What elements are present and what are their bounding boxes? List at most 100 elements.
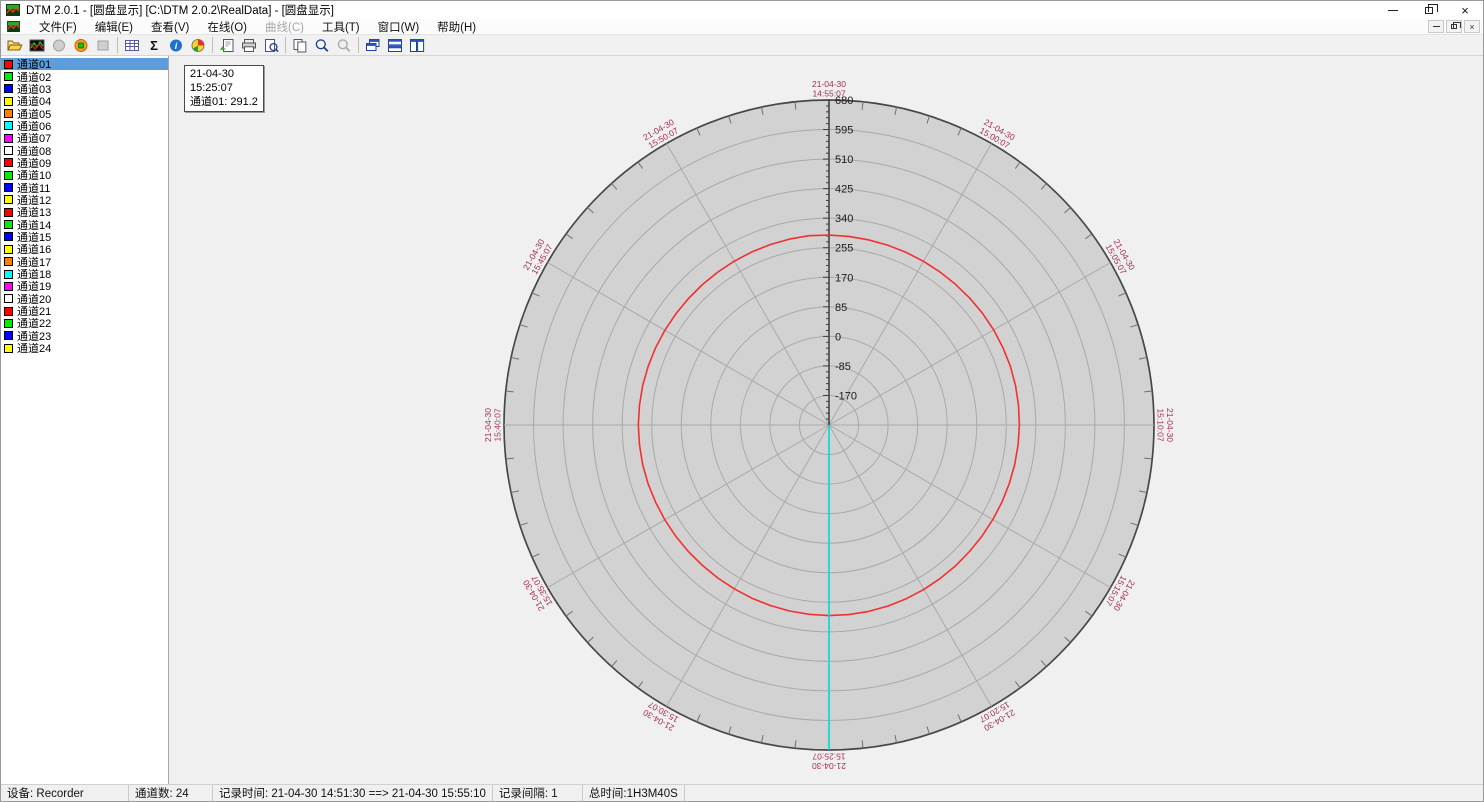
- status-record-interval: 记录间隔: 1: [493, 785, 583, 801]
- close-button[interactable]: ×: [1447, 1, 1483, 19]
- channel-color-swatch: [4, 171, 13, 180]
- channel-color-swatch: [4, 270, 13, 279]
- channel-list[interactable]: 通道01通道02通道03通道04通道05通道06通道07通道08通道09通道10…: [1, 56, 169, 784]
- menu-window[interactable]: 窗口(W): [369, 19, 429, 34]
- tile-vertical-button[interactable]: [406, 36, 428, 55]
- tooltip-channel-value: 通道01: 291.2: [190, 96, 258, 110]
- channel-color-swatch: [4, 195, 13, 204]
- channel-color-swatch: [4, 72, 13, 81]
- minimize-button[interactable]: [1375, 1, 1411, 19]
- time-label: 21-04-3015:40:07: [483, 408, 503, 442]
- chart-area[interactable]: 21-04-30 15:25:07 通道01: 291.2 -170-85085…: [176, 56, 1483, 784]
- tooltip-date: 21-04-30: [190, 68, 258, 82]
- toolbar-separator: [212, 37, 213, 53]
- channel-item[interactable]: 通道24: [1, 342, 168, 354]
- channel-color-swatch: [4, 121, 13, 130]
- restore-icon: [1425, 7, 1433, 14]
- zoom-out-icon: [336, 38, 352, 53]
- data-table-button[interactable]: [121, 36, 143, 55]
- menu-tools[interactable]: 工具(T): [313, 19, 369, 34]
- stop-button: [92, 36, 114, 55]
- mdi-minimize-icon: [1433, 26, 1440, 27]
- zoom-out-button: [333, 36, 355, 55]
- record-icon: [73, 38, 89, 53]
- menu-file[interactable]: 文件(F): [30, 19, 86, 34]
- pie-chart-icon: [190, 38, 206, 53]
- status-record-time: 记录时间: 21-04-30 14:51:30 ==> 21-04-30 15:…: [213, 785, 493, 801]
- radial-tick-label: 595: [835, 125, 853, 137]
- open-file-button[interactable]: [4, 36, 26, 55]
- toolbar-separator: [285, 37, 286, 53]
- channel-sidebar: 通道01通道02通道03通道04通道05通道06通道07通道08通道09通道10…: [1, 56, 176, 784]
- channel-color-swatch: [4, 146, 13, 155]
- menu-bar: 文件(F)编辑(E)查看(V)在线(O)曲线(C)工具(T)窗口(W)帮助(H)…: [1, 19, 1483, 35]
- record-button[interactable]: [70, 36, 92, 55]
- menu-edit[interactable]: 编辑(E): [86, 19, 142, 34]
- channel-color-swatch: [4, 257, 13, 266]
- pie-chart-button[interactable]: [187, 36, 209, 55]
- menu-items: 文件(F)编辑(E)查看(V)在线(O)曲线(C)工具(T)窗口(W)帮助(H): [30, 19, 485, 34]
- svg-text:Σ: Σ: [150, 38, 158, 53]
- polar-chart[interactable]: -170-8508517025534042551059568021-04-301…: [176, 56, 1484, 786]
- tooltip-time: 15:25:07: [190, 82, 258, 96]
- toolbar: Σi: [1, 35, 1483, 56]
- channel-color-swatch: [4, 183, 13, 192]
- channel-color-swatch: [4, 134, 13, 143]
- channel-color-swatch: [4, 294, 13, 303]
- copy-icon: [292, 38, 308, 53]
- open-file-icon: [7, 38, 23, 53]
- channel-color-swatch: [4, 319, 13, 328]
- tile-horizontal-button[interactable]: [384, 36, 406, 55]
- radial-tick-label: 510: [835, 154, 853, 166]
- export-button[interactable]: [216, 36, 238, 55]
- cascade-windows-button[interactable]: [362, 36, 384, 55]
- print-icon: [241, 38, 257, 53]
- info-button[interactable]: i: [165, 36, 187, 55]
- channel-color-swatch: [4, 208, 13, 217]
- trend-display-button[interactable]: [26, 36, 48, 55]
- menu-online[interactable]: 在线(O): [198, 19, 256, 34]
- menu-help[interactable]: 帮助(H): [428, 19, 485, 34]
- status-bar: 设备: Recorder通道数: 24记录时间: 21-04-30 14:51:…: [1, 784, 1483, 801]
- menu-view[interactable]: 查看(V): [142, 19, 198, 34]
- cascade-windows-icon: [365, 38, 381, 53]
- radial-tick-label: 340: [835, 213, 853, 225]
- info-icon: i: [168, 38, 184, 53]
- mdi-minimize-button[interactable]: [1428, 20, 1444, 33]
- app-window: DTM 2.0.1 - [圆盘显示] [C:\DTM 2.0.2\RealDat…: [0, 0, 1484, 802]
- pause-button: [48, 36, 70, 55]
- minimize-icon: [1388, 10, 1398, 11]
- statistics-sigma-icon: Σ: [146, 38, 162, 53]
- radial-tick-label: 0: [835, 331, 841, 343]
- zoom-in-icon: [314, 38, 330, 53]
- channel-color-swatch: [4, 232, 13, 241]
- mdi-close-button[interactable]: ×: [1464, 20, 1480, 33]
- print-button[interactable]: [238, 36, 260, 55]
- toolbar-separator: [358, 37, 359, 53]
- statistics-sigma-button[interactable]: Σ: [143, 36, 165, 55]
- tile-vertical-icon: [409, 38, 425, 53]
- channel-color-swatch: [4, 282, 13, 291]
- app-icon: [6, 4, 20, 16]
- status-device: 设备: Recorder: [1, 785, 129, 801]
- channel-color-swatch: [4, 60, 13, 69]
- radial-tick-label: 425: [835, 184, 853, 196]
- mdi-child-icon: [7, 21, 20, 32]
- toolbar-separator: [117, 37, 118, 53]
- export-icon: [219, 38, 235, 53]
- data-table-icon: [124, 38, 140, 53]
- print-preview-button[interactable]: [260, 36, 282, 55]
- print-preview-icon: [263, 38, 279, 53]
- zoom-in-button[interactable]: [311, 36, 333, 55]
- channel-color-swatch: [4, 84, 13, 93]
- channel-label: 通道24: [17, 340, 51, 356]
- close-icon: ×: [1461, 4, 1469, 17]
- mdi-close-icon: ×: [1469, 22, 1474, 32]
- radial-tick-label: 255: [835, 243, 853, 255]
- copy-button[interactable]: [289, 36, 311, 55]
- title-bar: DTM 2.0.1 - [圆盘显示] [C:\DTM 2.0.2\RealDat…: [1, 1, 1483, 19]
- channel-color-swatch: [4, 331, 13, 340]
- channel-color-swatch: [4, 220, 13, 229]
- restore-button[interactable]: [1411, 1, 1447, 19]
- mdi-restore-button[interactable]: [1446, 20, 1462, 33]
